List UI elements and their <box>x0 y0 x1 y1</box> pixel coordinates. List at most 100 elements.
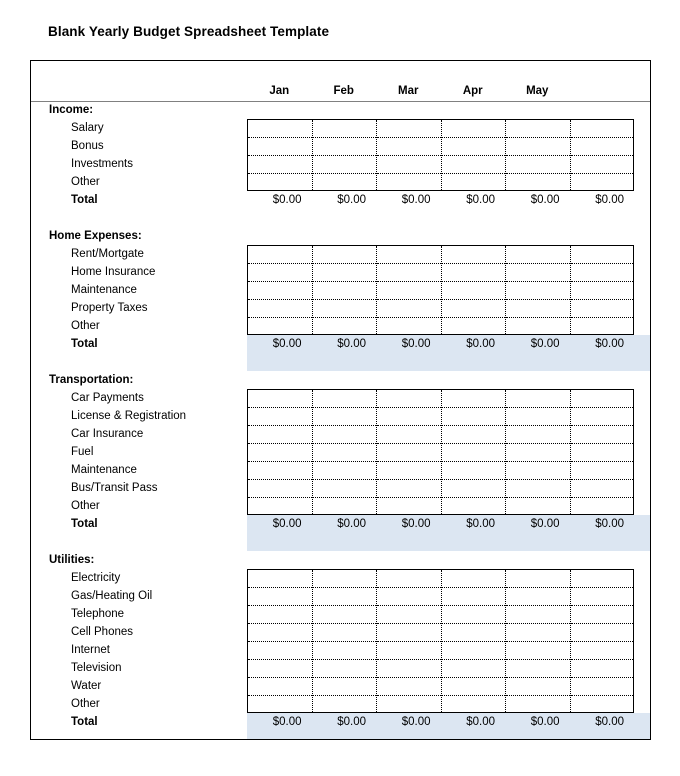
input-cell[interactable] <box>442 498 506 514</box>
input-cell[interactable] <box>570 426 633 444</box>
input-cell[interactable] <box>506 480 570 498</box>
input-cell[interactable] <box>441 246 505 264</box>
input-cell[interactable] <box>312 570 376 588</box>
input-cell[interactable] <box>312 426 376 444</box>
input-cell[interactable] <box>312 138 376 156</box>
input-cell[interactable] <box>506 408 570 426</box>
input-cell[interactable] <box>313 318 377 334</box>
input-cell[interactable] <box>313 174 377 190</box>
input-cell[interactable] <box>312 444 376 462</box>
input-cell[interactable] <box>377 444 441 462</box>
input-grid-utilities[interactable] <box>247 569 634 713</box>
input-cell[interactable] <box>248 696 312 712</box>
input-cell[interactable] <box>506 174 570 190</box>
input-cell[interactable] <box>506 300 570 318</box>
input-cell[interactable] <box>312 588 376 606</box>
input-cell[interactable] <box>506 426 570 444</box>
input-cell[interactable] <box>570 408 633 426</box>
input-cell[interactable] <box>248 282 312 300</box>
input-cell[interactable] <box>248 606 312 624</box>
input-column[interactable] <box>570 390 634 514</box>
input-cell[interactable] <box>377 678 441 696</box>
input-cell[interactable] <box>312 390 376 408</box>
input-cell[interactable] <box>570 660 633 678</box>
input-cell[interactable] <box>377 156 441 174</box>
input-cell[interactable] <box>377 264 441 282</box>
input-cell[interactable] <box>506 120 570 138</box>
input-cell[interactable] <box>441 606 505 624</box>
input-cell[interactable] <box>441 570 505 588</box>
input-cell[interactable] <box>570 606 633 624</box>
input-cell[interactable] <box>571 318 634 334</box>
input-cell[interactable] <box>570 624 633 642</box>
input-cell[interactable] <box>441 480 505 498</box>
input-cell[interactable] <box>313 498 377 514</box>
input-cell[interactable] <box>377 606 441 624</box>
input-cell[interactable] <box>248 444 312 462</box>
input-cell[interactable] <box>377 318 441 334</box>
input-cell[interactable] <box>506 138 570 156</box>
input-cell[interactable] <box>570 444 633 462</box>
input-cell[interactable] <box>377 624 441 642</box>
input-cell[interactable] <box>248 498 312 514</box>
input-cell[interactable] <box>248 426 312 444</box>
input-cell[interactable] <box>506 390 570 408</box>
input-cell[interactable] <box>442 174 506 190</box>
input-column[interactable] <box>570 246 634 334</box>
input-cell[interactable] <box>377 696 441 712</box>
input-cell[interactable] <box>312 660 376 678</box>
input-cell[interactable] <box>377 246 441 264</box>
input-column[interactable] <box>441 570 506 712</box>
input-cell[interactable] <box>570 642 633 660</box>
input-cell[interactable] <box>312 156 376 174</box>
input-cell[interactable] <box>441 282 505 300</box>
input-cell[interactable] <box>570 588 633 606</box>
input-cell[interactable] <box>571 498 634 514</box>
input-cell[interactable] <box>248 138 312 156</box>
input-grid-income[interactable] <box>247 119 634 191</box>
input-cell[interactable] <box>248 390 312 408</box>
input-cell[interactable] <box>441 390 505 408</box>
input-cell[interactable] <box>506 696 570 712</box>
input-cell[interactable] <box>441 444 505 462</box>
input-cell[interactable] <box>248 624 312 642</box>
input-column[interactable] <box>312 390 377 514</box>
input-column[interactable] <box>248 120 313 190</box>
input-column[interactable] <box>377 246 442 334</box>
input-cell[interactable] <box>506 282 570 300</box>
input-cell[interactable] <box>506 660 570 678</box>
input-column[interactable] <box>506 120 571 190</box>
input-cell[interactable] <box>377 588 441 606</box>
input-cell[interactable] <box>441 264 505 282</box>
input-column[interactable] <box>248 390 313 514</box>
input-cell[interactable] <box>570 264 633 282</box>
input-cell[interactable] <box>248 318 312 334</box>
input-column[interactable] <box>312 120 377 190</box>
input-cell[interactable] <box>377 300 441 318</box>
input-cell[interactable] <box>441 660 505 678</box>
input-cell[interactable] <box>506 606 570 624</box>
input-column[interactable] <box>441 246 506 334</box>
input-cell[interactable] <box>441 300 505 318</box>
input-cell[interactable] <box>506 624 570 642</box>
input-column[interactable] <box>506 246 571 334</box>
input-column[interactable] <box>441 120 506 190</box>
input-column[interactable] <box>441 390 506 514</box>
input-cell[interactable] <box>312 282 376 300</box>
input-cell[interactable] <box>312 300 376 318</box>
input-cell[interactable] <box>248 408 312 426</box>
input-cell[interactable] <box>506 444 570 462</box>
input-cell[interactable] <box>313 696 377 712</box>
input-cell[interactable] <box>312 264 376 282</box>
input-cell[interactable] <box>248 156 312 174</box>
input-cell[interactable] <box>377 642 441 660</box>
input-cell[interactable] <box>570 678 633 696</box>
input-cell[interactable] <box>377 390 441 408</box>
input-column[interactable] <box>248 570 313 712</box>
input-cell[interactable] <box>377 174 441 190</box>
input-cell[interactable] <box>441 678 505 696</box>
input-cell[interactable] <box>248 174 312 190</box>
input-cell[interactable] <box>248 588 312 606</box>
input-cell[interactable] <box>312 678 376 696</box>
input-cell[interactable] <box>248 264 312 282</box>
